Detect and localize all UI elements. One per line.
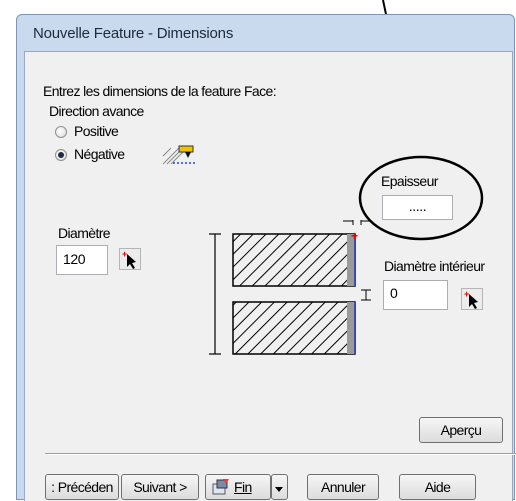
diametre-interieur-pick-button[interactable]: + xyxy=(461,288,483,310)
dialog-body: Entrez les dimensions de la feature Face… xyxy=(24,51,516,501)
diametre-interieur-field[interactable]: 0 xyxy=(383,280,448,310)
svg-text:+: + xyxy=(122,249,127,259)
radio-negative-label[interactable]: Négative xyxy=(74,146,125,162)
svg-text:+: + xyxy=(464,289,469,299)
radio-positive[interactable] xyxy=(55,126,67,138)
dimension-drawing: + xyxy=(209,220,371,355)
suivant-button[interactable]: Suivant > xyxy=(121,474,199,500)
title-bar[interactable]: Nouvelle Feature - Dimensions xyxy=(17,15,514,49)
diametre-field[interactable]: 120 xyxy=(56,245,108,275)
radio-negative[interactable] xyxy=(55,149,67,161)
fin-label: Fin xyxy=(234,479,252,495)
apercu-button[interactable]: Aperçu xyxy=(419,417,503,443)
pick-point-icon: + xyxy=(464,289,478,309)
radio-positive-label[interactable]: Positive xyxy=(74,123,119,139)
diametre-label: Diamètre xyxy=(58,225,111,241)
direction-icon xyxy=(162,145,197,165)
pick-point-icon: + xyxy=(122,249,136,269)
window-title: Nouvelle Feature - Dimensions xyxy=(33,25,234,42)
precedent-button[interactable]: : Précéden xyxy=(45,474,119,500)
annotation-ellipse xyxy=(358,155,484,241)
fin-icon xyxy=(212,479,229,495)
dropdown-arrow-icon xyxy=(275,487,283,492)
direction-label: Direction avance xyxy=(49,103,144,119)
prompt-label: Entrez les dimensions de la feature Face… xyxy=(43,83,277,99)
svg-text:+: + xyxy=(351,229,358,243)
diametre-pick-button[interactable]: + xyxy=(119,248,141,270)
bottom-separator xyxy=(45,453,516,455)
dialog-window: Nouvelle Feature - Dimensions Entrez les… xyxy=(16,14,516,501)
fin-button[interactable]: Fin xyxy=(205,474,271,500)
fin-dropdown-button[interactable] xyxy=(271,474,288,500)
radio-selected-dot xyxy=(58,152,64,158)
aide-button[interactable]: Aide xyxy=(399,474,476,500)
diametre-interieur-label: Diamètre intérieur xyxy=(384,258,485,274)
annuler-button[interactable]: Annuler xyxy=(307,474,379,500)
